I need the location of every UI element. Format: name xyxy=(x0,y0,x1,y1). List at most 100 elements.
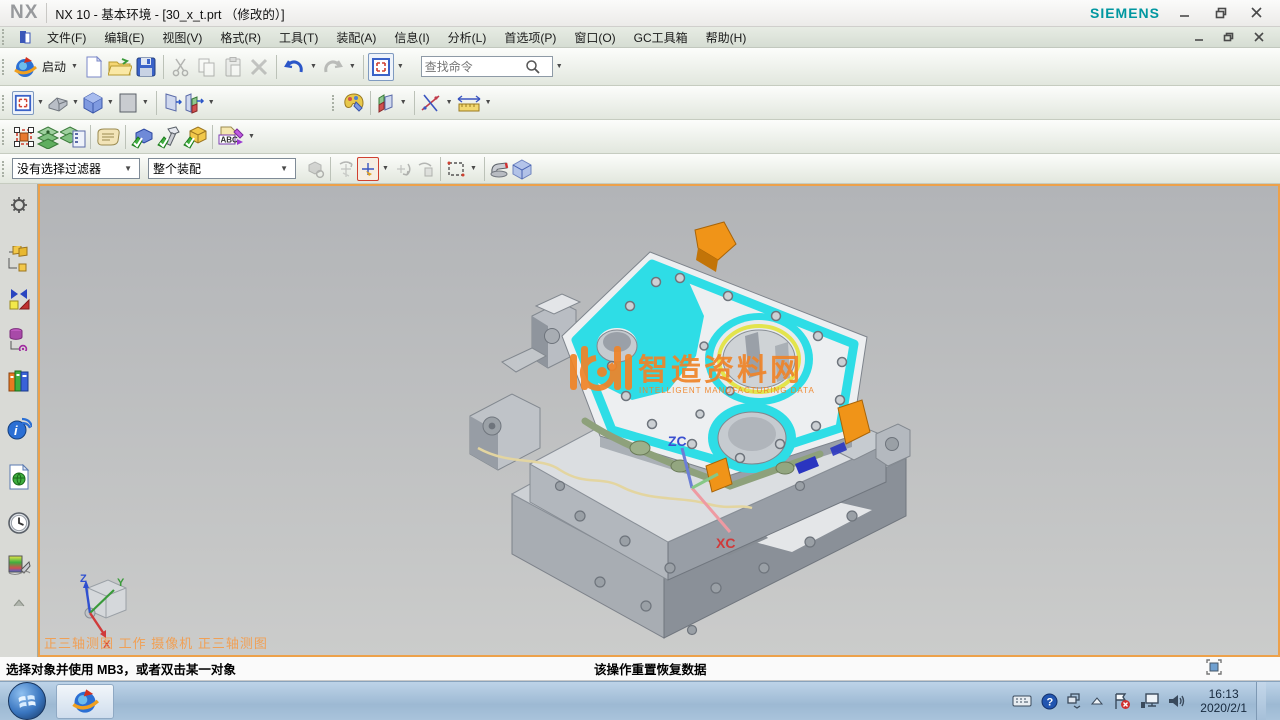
status-message: 该操作重置恢复数据 xyxy=(594,659,707,678)
snap-point-icon xyxy=(335,157,357,181)
reuse-library-icon[interactable] xyxy=(6,368,32,394)
menu-preferences[interactable]: 首选项(P) xyxy=(495,27,565,48)
child-close-button[interactable] xyxy=(1248,28,1270,46)
toolbar-grip[interactable] xyxy=(2,161,8,177)
menu-file[interactable]: 文件(F) xyxy=(38,27,95,48)
menu-information[interactable]: 信息(I) xyxy=(385,27,438,48)
constraint-navigator-icon[interactable] xyxy=(6,286,32,312)
menu-format[interactable]: 格式(R) xyxy=(211,27,270,48)
show-hidden-icons-button[interactable] xyxy=(1090,696,1104,706)
help-tray-icon[interactable]: ? xyxy=(1041,693,1058,710)
menu-edit[interactable]: 编辑(E) xyxy=(95,27,153,48)
child-minimize-button[interactable] xyxy=(1188,28,1210,46)
snap-enabled-button[interactable] xyxy=(357,157,379,181)
command-search-input[interactable] xyxy=(425,60,525,74)
menu-analysis[interactable]: 分析(L) xyxy=(439,27,496,48)
3d-model[interactable]: ZC XC 智造资料网 INTELLIGENT MANUFACTURING DA… xyxy=(40,186,1278,655)
web-page-icon[interactable] xyxy=(6,464,32,490)
annotation-note-button[interactable] xyxy=(95,125,121,149)
window-scale-icon[interactable] xyxy=(1206,659,1280,678)
menu-assemblies[interactable]: 装配(A) xyxy=(327,27,385,48)
selection-filter-dropdown[interactable]: 没有选择过滤器▼ xyxy=(12,158,140,179)
sidebar-scroll-up-icon[interactable] xyxy=(6,590,32,616)
edit-section-button[interactable] xyxy=(183,91,205,115)
orient-view-button[interactable] xyxy=(47,91,69,115)
selection-scope-dropdown[interactable]: 整个装配▼ xyxy=(148,158,296,179)
graphics-window[interactable]: ZC XC 智造资料网 INTELLIGENT MANUFACTURING DA… xyxy=(38,184,1280,657)
view-toolbar: ▼ ▼ ▼ ▼ ▼ ▼ ▼ ▼ xyxy=(0,86,1280,120)
move-component-button[interactable] xyxy=(12,125,36,149)
copy-button xyxy=(194,53,220,81)
show-desktop-button[interactable] xyxy=(1256,682,1266,720)
attribute-text-button[interactable]: ABC xyxy=(217,125,245,149)
toolbar-grip[interactable] xyxy=(332,95,338,111)
show-degrees-of-freedom-button[interactable] xyxy=(182,125,208,149)
internet-info-icon[interactable]: i xyxy=(6,416,32,442)
assembly-constraints-button[interactable] xyxy=(130,125,156,149)
magnet-tool-button[interactable] xyxy=(489,157,511,181)
menu-gc-toolbox[interactable]: GC工具箱 xyxy=(625,27,697,48)
action-center-icon[interactable] xyxy=(1113,693,1131,710)
svg-text:?: ? xyxy=(1047,696,1054,708)
history-icon[interactable] xyxy=(6,510,32,536)
child-restore-button[interactable] xyxy=(1218,28,1240,46)
layer-visible-in-view-button[interactable] xyxy=(60,125,86,149)
nx-taskbar-button[interactable] xyxy=(56,684,114,719)
clip-section-button[interactable] xyxy=(161,91,183,115)
open-file-button[interactable] xyxy=(107,53,133,81)
part-navigator-icon[interactable] xyxy=(6,326,32,352)
view-style-button[interactable] xyxy=(117,91,139,115)
measure-angle-button[interactable] xyxy=(419,91,443,115)
menu-window[interactable]: 窗口(O) xyxy=(565,27,624,48)
menu-view[interactable]: 视图(V) xyxy=(153,27,211,48)
shaded-view-button[interactable] xyxy=(82,91,104,115)
close-button[interactable] xyxy=(1246,4,1268,22)
view-name-label: 正三轴测图 工作 摄像机 正三轴测图 xyxy=(44,633,268,652)
assembly-navigator-icon[interactable] xyxy=(6,246,32,272)
roles-icon[interactable] xyxy=(6,192,32,218)
restore-button[interactable] xyxy=(1210,4,1232,22)
nx-globe-icon xyxy=(13,55,37,79)
start-button[interactable] xyxy=(8,682,46,720)
select-assembly-icon xyxy=(304,157,326,181)
minimize-button[interactable] xyxy=(1174,4,1196,22)
network-tray-icon[interactable] xyxy=(1140,693,1159,709)
new-file-button[interactable] xyxy=(81,53,107,81)
redo-button xyxy=(320,53,346,81)
taskbar-clock[interactable]: 16:13 2020/2/1 xyxy=(1194,687,1247,715)
show-hide-component-button[interactable] xyxy=(511,157,533,181)
analysis-palette-button[interactable] xyxy=(342,91,366,115)
windows-taskbar: ? 16:13 2020/2/1 xyxy=(0,681,1280,720)
toolbar-grip[interactable] xyxy=(2,95,8,111)
start-menu-label[interactable]: 启动 xyxy=(38,58,68,75)
window-tray-icon[interactable] xyxy=(1067,693,1081,709)
toolbar-grip[interactable] xyxy=(2,129,8,145)
undo-button[interactable] xyxy=(281,53,307,81)
cut-button xyxy=(168,53,194,81)
keyboard-tray-icon[interactable] xyxy=(1012,694,1032,708)
command-finder[interactable] xyxy=(421,56,553,77)
touch-mode-button[interactable] xyxy=(368,53,394,81)
system-tray: ? 16:13 2020/2/1 xyxy=(1012,682,1280,720)
dynamic-section-button[interactable] xyxy=(375,91,397,115)
fit-view-button[interactable] xyxy=(12,91,34,115)
axis-zc-label: ZC xyxy=(668,433,687,449)
measure-distance-button[interactable] xyxy=(456,91,482,115)
start-menu-button[interactable] xyxy=(12,53,38,81)
toolbar-grip[interactable] xyxy=(2,29,8,45)
nx-logo: NX xyxy=(0,2,46,24)
constraint-tools-button[interactable] xyxy=(156,125,182,149)
menu-tools[interactable]: 工具(T) xyxy=(270,27,327,48)
menu-help[interactable]: 帮助(H) xyxy=(697,27,756,48)
standard-toolbar: 启动 ▼ ▼ ▼ ▼ xyxy=(0,48,1280,86)
rectangle-select-button[interactable] xyxy=(445,157,467,181)
volume-tray-icon[interactable] xyxy=(1168,693,1185,709)
desktop: NX NX 10 - 基本环境 - [30_x_t.prt （修改的）] SIE… xyxy=(0,0,1280,720)
toolbar-grip[interactable] xyxy=(2,59,8,75)
siemens-logo: SIEMENS xyxy=(1090,5,1160,21)
search-icon[interactable] xyxy=(525,59,541,75)
axis-xc-label: XC xyxy=(716,535,735,551)
layer-settings-button[interactable] xyxy=(36,125,60,149)
materials-palette-icon[interactable] xyxy=(6,552,32,578)
save-button[interactable] xyxy=(133,53,159,81)
